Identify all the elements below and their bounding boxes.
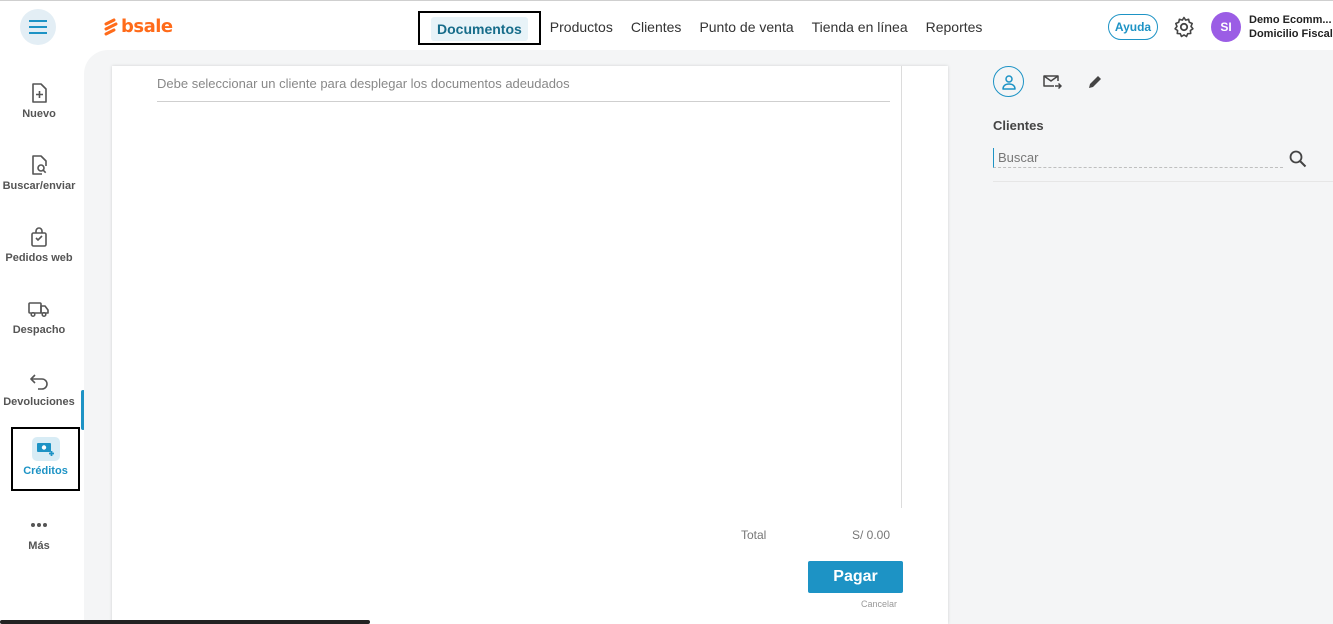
nav-punto-de-venta[interactable]: Punto de venta — [690, 11, 802, 45]
sidebar-item-label: Buscar/enviar — [2, 180, 76, 192]
sidebar-item-label: Nuevo — [22, 108, 56, 120]
divider — [993, 181, 1333, 182]
tab-email[interactable] — [1036, 66, 1067, 97]
truck-icon — [28, 298, 50, 320]
user-avatar[interactable]: SI — [1211, 12, 1241, 42]
shopping-bag-icon — [28, 226, 50, 248]
brand-name: bsale — [121, 16, 173, 37]
user-subtitle: Domicilio Fiscal — [1249, 28, 1333, 40]
user-name: Demo Ecomm... — [1249, 14, 1332, 26]
hamburger-icon — [29, 20, 47, 34]
clients-title: Clientes — [993, 118, 1044, 133]
user-icon — [1001, 74, 1016, 90]
pay-button[interactable]: Pagar — [808, 561, 903, 593]
client-search — [993, 148, 1307, 168]
file-search-icon — [28, 154, 50, 176]
user-info[interactable]: Demo Ecomm... Domicilio Fiscal — [1249, 13, 1333, 41]
nav-documentos[interactable]: Documentos — [418, 11, 541, 45]
sidebar-item-label: Despacho — [12, 324, 66, 336]
money-plus-icon — [31, 437, 60, 461]
divider — [157, 101, 890, 102]
nav-clientes[interactable]: Clientes — [622, 11, 691, 45]
client-panel: Clientes — [993, 66, 1313, 168]
tab-client[interactable] — [993, 66, 1024, 97]
gear-icon — [1174, 16, 1194, 38]
divider — [901, 66, 902, 508]
nav-productos[interactable]: Productos — [541, 11, 622, 45]
bsale-logo-icon — [104, 18, 118, 35]
nav-tienda-en-linea[interactable]: Tienda en línea — [803, 11, 917, 45]
brand-logo[interactable]: bsale — [104, 16, 173, 37]
nav-reportes[interactable]: Reportes — [917, 11, 992, 45]
documents-card: Debe seleccionar un cliente para despleg… — [112, 66, 948, 624]
tab-edit[interactable] — [1079, 66, 1110, 97]
horizontal-scrollbar[interactable] — [0, 620, 370, 624]
sidebar-item-label: Más — [28, 540, 50, 552]
sidebar-item-buscar-enviar[interactable]: Buscar/enviar — [0, 148, 78, 212]
mail-forward-icon — [1042, 74, 1062, 89]
file-plus-icon — [28, 82, 50, 104]
sidebar-item-label: Créditos — [23, 465, 68, 477]
search-icon[interactable] — [1289, 150, 1307, 173]
settings-button[interactable] — [1172, 15, 1196, 39]
top-bar: bsale Documentos Productos Clientes Punt… — [0, 0, 1333, 50]
search-input[interactable] — [993, 148, 1283, 168]
total-value: S/ 0.00 — [852, 528, 891, 542]
sidebar-item-label: Devoluciones — [3, 396, 75, 408]
more-dots-icon — [28, 514, 50, 536]
help-button[interactable]: Ayuda — [1108, 14, 1158, 40]
sidebar-item-despacho[interactable]: Despacho — [0, 292, 78, 356]
sidebar-item-devoluciones[interactable]: Devoluciones — [0, 364, 78, 428]
client-panel-tabs — [993, 66, 1313, 97]
pencil-icon — [1088, 75, 1101, 88]
sidebar-item-pedidos-web[interactable]: Pedidos web — [0, 220, 78, 284]
sidebar-item-nuevo[interactable]: Nuevo — [0, 76, 78, 140]
cancel-link[interactable]: Cancelar — [861, 599, 897, 609]
total-label: Total — [741, 528, 767, 542]
empty-state-message: Debe seleccionar un cliente para despleg… — [157, 76, 570, 91]
sidebar: Nuevo Buscar/enviar Pedidos web Despacho… — [0, 50, 84, 624]
nav-label: Documentos — [431, 17, 528, 41]
sidebar-item-creditos[interactable]: Créditos — [11, 427, 80, 491]
hamburger-menu-button[interactable] — [20, 9, 56, 45]
sidebar-item-mas[interactable]: Más — [0, 508, 78, 572]
sidebar-item-label: Pedidos web — [5, 252, 73, 264]
return-arrow-icon — [28, 370, 50, 392]
main-nav: Documentos Productos Clientes Punto de v… — [418, 11, 991, 45]
